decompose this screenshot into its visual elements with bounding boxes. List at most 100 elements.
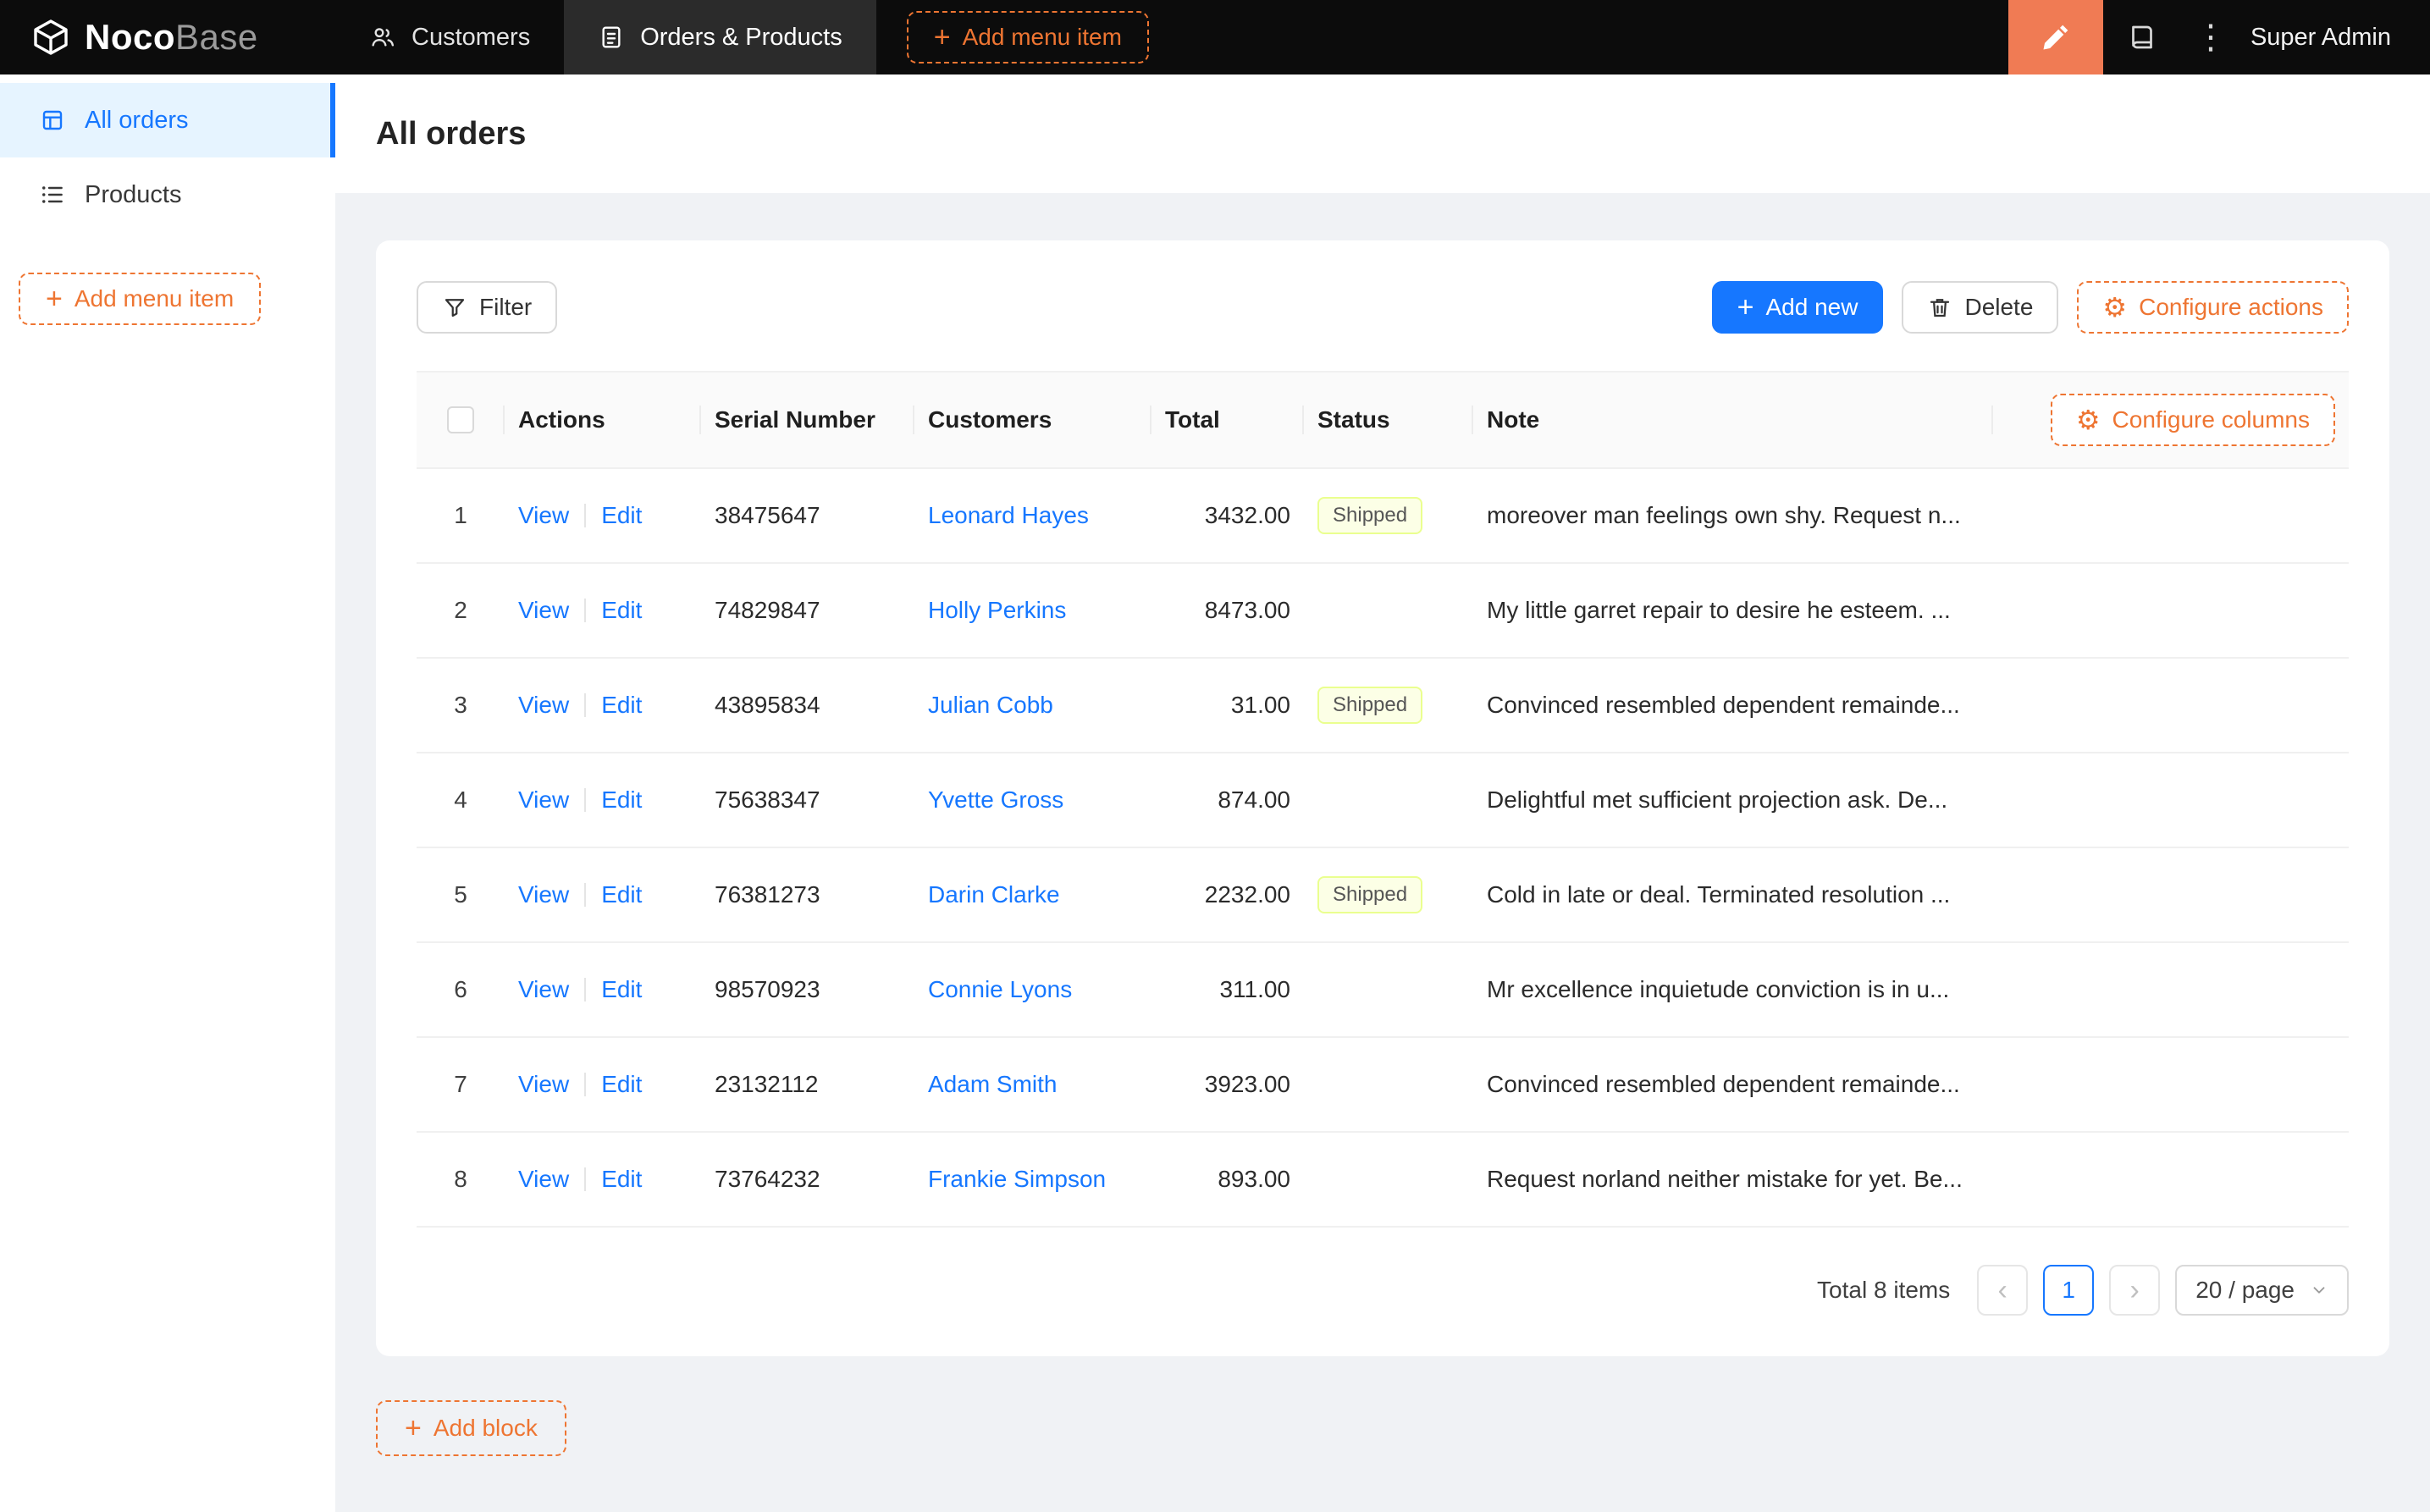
more-menu-button[interactable]: ⋮ xyxy=(2181,0,2240,74)
customer-link[interactable]: Julian Cobb xyxy=(928,692,1053,719)
header-cell-configure-columns: ⚙ Configure columns xyxy=(1993,372,2349,467)
configure-columns-button[interactable]: ⚙ Configure columns xyxy=(2050,394,2335,446)
table-icon xyxy=(42,110,63,130)
edit-link[interactable]: Edit xyxy=(601,976,642,1003)
customer-link[interactable]: Frankie Simpson xyxy=(928,1166,1106,1193)
main-area: All orders Filter + Add new Delete ⚙ Con… xyxy=(335,74,2430,1512)
pagination-prev-button[interactable]: ‹ xyxy=(1977,1265,2029,1316)
header-cell-note: Note xyxy=(1473,372,1993,467)
view-link[interactable]: View xyxy=(518,1166,569,1193)
delete-button[interactable]: Delete xyxy=(1902,281,2059,334)
page-header: All orders xyxy=(335,74,2430,193)
view-link[interactable]: View xyxy=(518,786,569,814)
chevron-left-icon: ‹ xyxy=(1997,1273,2008,1306)
view-link[interactable]: View xyxy=(518,976,569,1003)
divider xyxy=(584,504,587,527)
edit-link[interactable]: Edit xyxy=(601,881,642,908)
divider xyxy=(584,599,587,622)
header-cell-serial-number: Serial Number xyxy=(701,372,914,467)
gear-icon: ⚙ xyxy=(2075,405,2101,435)
logo-text: NocoBase xyxy=(85,17,258,57)
edit-link[interactable]: Edit xyxy=(601,597,642,624)
customer-link[interactable]: Yvette Gross xyxy=(928,786,1063,814)
view-link[interactable]: View xyxy=(518,1071,569,1098)
customer-link[interactable]: Adam Smith xyxy=(928,1071,1058,1098)
edit-link[interactable]: Edit xyxy=(601,786,642,814)
table-row: 5 View Edit 76381273 Darin Clarke 2232.00… xyxy=(417,848,2349,943)
total-cell: 311.00 xyxy=(1219,976,1290,1002)
divider xyxy=(584,693,587,717)
team-icon xyxy=(372,28,395,47)
sidebar-item-all-orders[interactable]: All orders xyxy=(0,83,335,157)
header-cell-status: Status xyxy=(1304,372,1473,467)
view-link[interactable]: View xyxy=(518,502,569,529)
sidebar-item-label: All orders xyxy=(85,106,189,134)
table-row: 4 View Edit 75638347 Yvette Gross 874.00 … xyxy=(417,753,2349,848)
customer-link[interactable]: Leonard Hayes xyxy=(928,502,1089,529)
customer-link[interactable]: Connie Lyons xyxy=(928,976,1072,1003)
plus-icon: + xyxy=(933,21,951,53)
edit-link[interactable]: Edit xyxy=(601,1166,642,1193)
content: Filter + Add new Delete ⚙ Configure acti… xyxy=(335,193,2430,1512)
note-cell: Request norland neither mistake for yet.… xyxy=(1487,1166,1963,1192)
note-cell: Convinced resembled dependent remainde..… xyxy=(1487,692,1960,718)
logo[interactable]: NocoBase xyxy=(0,17,335,58)
ui-editor-button[interactable] xyxy=(2008,0,2103,74)
nav-item-orders-products[interactable]: Orders & Products xyxy=(564,0,876,74)
add-menu-item-button-navbar[interactable]: + Add menu item xyxy=(906,11,1149,63)
customer-link[interactable]: Holly Perkins xyxy=(928,597,1066,624)
pagination-next-button[interactable]: › xyxy=(2109,1265,2161,1316)
serial-cell: 38475647 xyxy=(715,502,820,528)
note-cell: Convinced resembled dependent remainde..… xyxy=(1487,1071,1960,1097)
edit-link[interactable]: Edit xyxy=(601,502,642,529)
trash-icon xyxy=(1930,299,1950,317)
header-cell-select xyxy=(417,372,505,467)
sidebar: All orders Products + Add menu item xyxy=(0,74,335,1512)
pagination-page-button[interactable]: 1 xyxy=(2043,1265,2095,1316)
table-row: 3 View Edit 43895834 Julian Cobb 31.00 Sh… xyxy=(417,659,2349,753)
pagination-total: Total 8 items xyxy=(1817,1277,1951,1303)
row-index: 4 xyxy=(454,786,467,813)
select-all-checkbox[interactable] xyxy=(447,406,474,433)
table-toolbar: Filter + Add new Delete ⚙ Configure acti… xyxy=(417,281,2349,334)
nav-item-customers[interactable]: Customers xyxy=(335,0,564,74)
divider xyxy=(584,883,587,907)
serial-cell: 98570923 xyxy=(715,976,820,1002)
plus-icon: + xyxy=(1737,291,1754,323)
navbar-right: ⋮ Super Admin xyxy=(2008,0,2430,74)
user-name[interactable]: Super Admin xyxy=(2251,24,2391,52)
sidebar-item-products[interactable]: Products xyxy=(0,157,335,232)
view-link[interactable]: View xyxy=(518,692,569,719)
note-cell: My little garret repair to desire he est… xyxy=(1487,597,1951,623)
page: NocoBase Customers Orders & Products + A… xyxy=(0,0,2430,1512)
total-cell: 874.00 xyxy=(1218,786,1290,813)
serial-cell: 75638347 xyxy=(715,786,820,813)
divider xyxy=(584,1073,587,1096)
note-cell: moreover man feelings own shy. Request n… xyxy=(1487,502,1961,528)
configure-actions-button[interactable]: ⚙ Configure actions xyxy=(2077,281,2349,334)
edit-link[interactable]: Edit xyxy=(601,1071,642,1098)
add-new-button[interactable]: + Add new xyxy=(1711,281,1884,334)
view-link[interactable]: View xyxy=(518,597,569,624)
plus-icon: + xyxy=(46,283,63,315)
status-tag: Shipped xyxy=(1317,876,1423,913)
orders-table: Actions Serial Number Customers Total St… xyxy=(417,371,2349,1228)
table-row: 1 View Edit 38475647 Leonard Hayes 3432.0… xyxy=(417,469,2349,564)
table-row: 2 View Edit 74829847 Holly Perkins 8473.0… xyxy=(417,564,2349,659)
add-block-button[interactable]: + Add block xyxy=(376,1400,566,1456)
collections-button[interactable] xyxy=(2103,0,2181,74)
add-menu-item-button-sidebar[interactable]: + Add menu item xyxy=(19,273,262,325)
edit-link[interactable]: Edit xyxy=(601,692,642,719)
divider xyxy=(584,978,587,1002)
filter-button[interactable]: Filter xyxy=(417,281,558,334)
serial-cell: 43895834 xyxy=(715,692,820,718)
customer-link[interactable]: Darin Clarke xyxy=(928,881,1060,908)
row-index: 1 xyxy=(454,502,467,528)
divider xyxy=(584,1167,587,1191)
serial-cell: 73764232 xyxy=(715,1166,820,1192)
page-size-select[interactable]: 20 / page xyxy=(2175,1265,2349,1316)
top-navbar: NocoBase Customers Orders & Products + A… xyxy=(0,0,2430,74)
row-index: 7 xyxy=(454,1071,467,1097)
view-link[interactable]: View xyxy=(518,881,569,908)
total-cell: 3432.00 xyxy=(1204,502,1290,528)
